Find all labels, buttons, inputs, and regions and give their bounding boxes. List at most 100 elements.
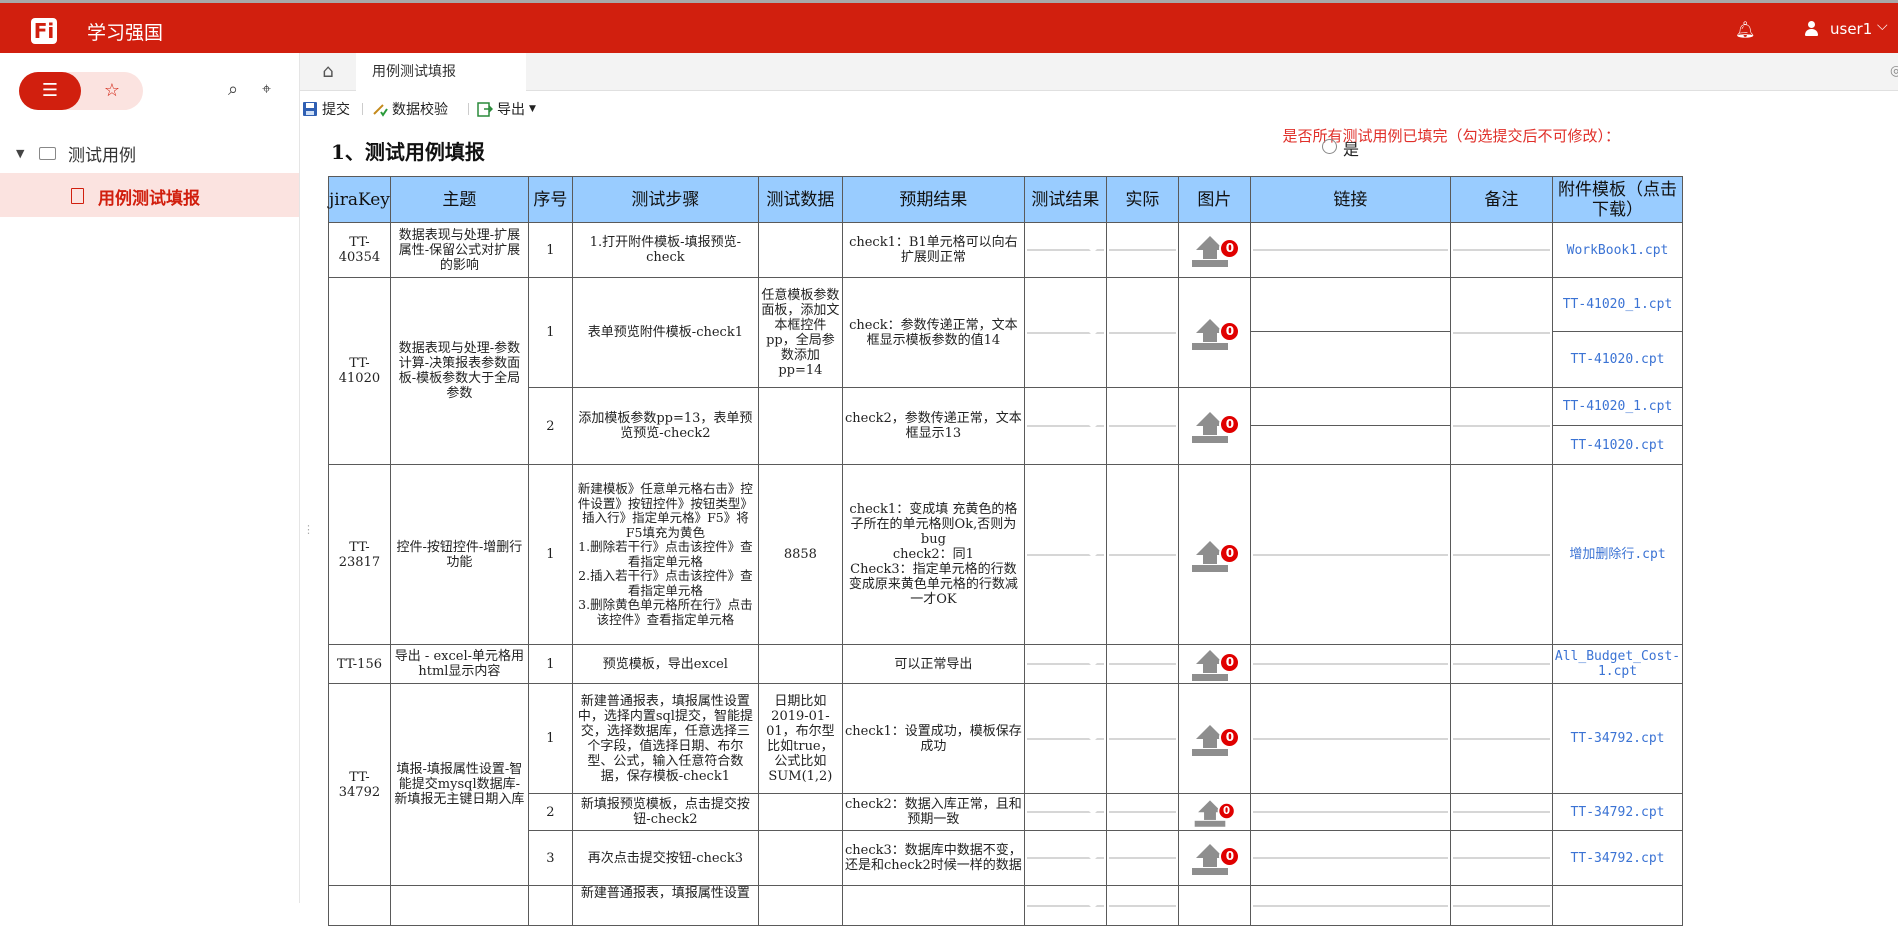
image-upload[interactable] — [1177, 885, 1251, 926]
completion-radio[interactable] — [1322, 139, 1337, 154]
attachment-link[interactable] — [1551, 885, 1684, 926]
validate-button[interactable]: 数据校验 — [372, 99, 448, 119]
home-icon[interactable]: ⌂ — [300, 53, 356, 91]
cell-seq: 1 — [527, 464, 573, 645]
link-input[interactable] — [1249, 683, 1451, 794]
save-icon — [303, 102, 317, 116]
upload-icon[interactable]: 0 — [1192, 650, 1241, 682]
upload-icon[interactable]: 0 — [1195, 800, 1236, 827]
list-icon[interactable]: ☰ — [19, 72, 81, 110]
cell-expected: check3：数据库中数据不变，还是和check2时候一样的数据 — [841, 830, 1025, 886]
actual-input[interactable] — [1105, 222, 1179, 278]
remark-input[interactable] — [1449, 793, 1553, 831]
search-icon[interactable]: ⌕ — [228, 79, 238, 100]
result-select[interactable] — [1023, 830, 1107, 886]
upload-icon[interactable]: 0 — [1192, 540, 1241, 573]
submit-button[interactable]: 提交 — [302, 99, 350, 119]
image-upload[interactable]: 0 — [1177, 277, 1251, 388]
image-upload[interactable]: 0 — [1177, 683, 1251, 794]
actual-input[interactable] — [1105, 793, 1179, 831]
actual-input[interactable] — [1105, 644, 1179, 684]
user-icon[interactable] — [1804, 21, 1818, 37]
header-attachment: 附件模板（点击下载） — [1551, 176, 1684, 223]
result-select[interactable] — [1023, 464, 1107, 645]
link-input[interactable] — [1249, 830, 1451, 886]
cell-jirakey: TT-23817 — [328, 464, 391, 645]
pin-icon[interactable]: ⌖ — [262, 79, 271, 99]
attachment-link[interactable]: TT-41020.cpt — [1553, 426, 1681, 464]
remark-input[interactable] — [1449, 830, 1553, 886]
upload-icon[interactable]: 0 — [1192, 318, 1241, 351]
result-select[interactable] — [1023, 644, 1107, 684]
link-input[interactable] — [1249, 387, 1451, 465]
attachment-link[interactable]: All_Budget_Cost-1.cpt — [1551, 644, 1684, 684]
result-select[interactable] — [1023, 683, 1107, 794]
image-upload[interactable]: 0 — [1177, 222, 1251, 278]
tab-menu-icon[interactable]: ◎ — [1890, 63, 1898, 79]
upload-icon[interactable]: 0 — [1192, 236, 1241, 268]
attachment-link[interactable]: TT-34792.cpt — [1551, 793, 1684, 831]
tree-item-test-report[interactable]: 用例测试填报 — [0, 173, 299, 217]
image-upload[interactable]: 0 — [1177, 464, 1251, 645]
upload-icon[interactable]: 0 — [1192, 412, 1241, 444]
attachment-link[interactable]: TT-34792.cpt — [1551, 683, 1684, 794]
link-input[interactable] — [1249, 464, 1451, 645]
table-row: 新建普通报表，填报属性设置 — [328, 885, 1684, 926]
result-select[interactable] — [1023, 277, 1107, 388]
tab-test-report[interactable]: 用例测试填报 — [356, 53, 526, 91]
attachment-link[interactable]: TT-41020.cpt — [1553, 332, 1681, 387]
star-icon[interactable]: ☆ — [81, 72, 143, 110]
link-input[interactable] — [1249, 277, 1451, 388]
cell-steps: 新建普通报表，填报属性设置中，选择内置sql提交，智能提交，选择数据库，任意选择… — [571, 683, 759, 794]
actual-input[interactable] — [1105, 885, 1179, 926]
link-input[interactable] — [1249, 885, 1451, 926]
image-upload[interactable]: 0 — [1177, 387, 1251, 465]
remark-input[interactable] — [1449, 464, 1553, 645]
attachment-link[interactable]: WorkBook1.cpt — [1551, 222, 1684, 278]
link-input[interactable] — [1249, 793, 1451, 831]
attachment-link[interactable]: TT-41020_1.cpt — [1553, 279, 1682, 332]
cell-topic — [389, 885, 529, 926]
result-select[interactable] — [1023, 793, 1107, 831]
chevron-down-icon[interactable]: ⌵ — [1877, 18, 1888, 34]
link-input[interactable] — [1249, 222, 1451, 278]
actual-input[interactable] — [1105, 683, 1179, 794]
actual-input[interactable] — [1105, 830, 1179, 886]
remark-input[interactable] — [1449, 222, 1553, 278]
app-logo[interactable]: Fi — [31, 18, 57, 44]
remark-input[interactable] — [1449, 885, 1553, 926]
expand-arrow-icon[interactable]: ▼ — [16, 147, 24, 160]
attachment-link[interactable]: 增加删除行.cpt — [1551, 464, 1684, 645]
remark-input[interactable] — [1449, 683, 1553, 794]
upload-icon[interactable]: 0 — [1192, 844, 1241, 876]
tree-item-label: 用例测试填报 — [98, 189, 200, 209]
bell-icon[interactable]: 🔔︎ — [1735, 20, 1755, 39]
cell-jirakey: TT-34792 — [328, 683, 391, 886]
user-name[interactable]: user1 — [1830, 20, 1872, 38]
image-upload[interactable]: 0 — [1177, 793, 1251, 831]
header-steps: 测试步骤 — [571, 176, 759, 223]
image-count-badge: 0 — [1219, 846, 1241, 867]
cell-steps: 新填报预览模板，点击提交按钮-check2 — [571, 793, 759, 831]
attachment-link[interactable]: TT-41020_1.cpt — [1553, 389, 1682, 426]
remark-input[interactable] — [1449, 644, 1553, 684]
link-input[interactable] — [1249, 644, 1451, 684]
tree-folder-test-cases[interactable]: ▼ 测试用例 — [0, 133, 299, 173]
image-upload[interactable]: 0 — [1177, 830, 1251, 886]
result-select[interactable] — [1023, 387, 1107, 465]
actual-input[interactable] — [1105, 277, 1179, 388]
folder-icon — [39, 147, 56, 160]
image-count-badge: 0 — [1219, 652, 1241, 673]
result-select[interactable] — [1023, 222, 1107, 278]
export-button[interactable]: 导出 ▼ — [477, 99, 536, 119]
upload-icon[interactable]: 0 — [1192, 724, 1241, 757]
attachment-link[interactable]: TT-34792.cpt — [1551, 830, 1684, 886]
remark-input[interactable] — [1449, 277, 1553, 388]
actual-input[interactable] — [1105, 464, 1179, 645]
image-upload[interactable]: 0 — [1177, 644, 1251, 684]
remark-input[interactable] — [1449, 387, 1553, 465]
actual-input[interactable] — [1105, 387, 1179, 465]
result-select[interactable] — [1023, 885, 1107, 926]
table-row: TT-34792 填报-填报属性设置-智能提交mysql数据库-新填报无主键日期… — [328, 683, 1684, 886]
cell-steps: 表单预览附件模板-check1 — [571, 277, 759, 388]
